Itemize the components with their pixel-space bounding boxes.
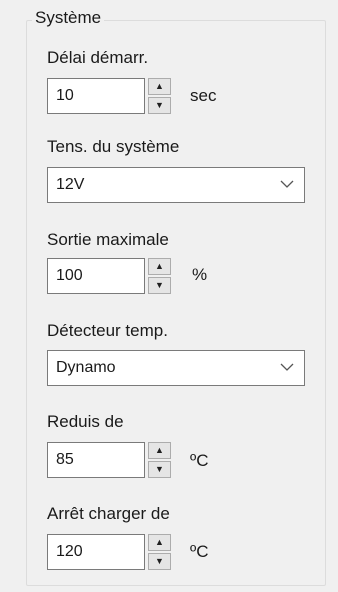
stop-charger-input[interactable] — [47, 534, 145, 570]
triangle-down-icon: ▼ — [155, 280, 164, 290]
reduce-from-input[interactable] — [47, 442, 145, 478]
chevron-down-icon — [280, 363, 294, 371]
startup-delay-decrement-button[interactable]: ▼ — [148, 97, 171, 114]
max-output-decrement-button[interactable]: ▼ — [148, 277, 171, 294]
group-title: Système — [32, 7, 105, 29]
max-output-label: Sortie maximale — [47, 230, 169, 249]
stop-charger-label: Arrêt charger de — [47, 504, 170, 523]
system-voltage-value: 12V — [56, 176, 85, 193]
temp-detector-value: Dynamo — [56, 359, 116, 376]
reduce-from-unit: ºC — [190, 451, 209, 470]
triangle-down-icon: ▼ — [155, 464, 164, 474]
max-output-spinner: ▲ ▼ — [148, 258, 171, 294]
chevron-down-icon — [280, 180, 294, 188]
triangle-up-icon: ▲ — [155, 445, 164, 455]
stop-charger-decrement-button[interactable]: ▼ — [148, 553, 171, 570]
stop-charger-spinner: ▲ ▼ — [148, 534, 171, 570]
triangle-down-icon: ▼ — [155, 556, 164, 566]
reduce-from-increment-button[interactable]: ▲ — [148, 442, 171, 459]
triangle-up-icon: ▲ — [155, 537, 164, 547]
system-voltage-dropdown[interactable]: 12V — [47, 167, 305, 203]
max-output-unit: % — [192, 265, 208, 284]
stop-charger-increment-button[interactable]: ▲ — [148, 534, 171, 551]
startup-delay-spinner: ▲ ▼ — [148, 78, 171, 114]
temp-detector-dropdown[interactable]: Dynamo — [47, 350, 305, 386]
startup-delay-increment-button[interactable]: ▲ — [148, 78, 171, 95]
temp-detector-label: Détecteur temp. — [47, 321, 168, 340]
stop-charger-unit: ºC — [190, 542, 209, 561]
startup-delay-input[interactable] — [47, 78, 145, 114]
triangle-up-icon: ▲ — [155, 81, 164, 91]
max-output-increment-button[interactable]: ▲ — [148, 258, 171, 275]
triangle-up-icon: ▲ — [155, 261, 164, 271]
reduce-from-label: Reduis de — [47, 412, 124, 431]
reduce-from-spinner: ▲ ▼ — [148, 442, 171, 478]
startup-delay-label: Délai démarr. — [47, 48, 149, 67]
settings-panel: Système Délai démarr. ▲ ▼ sec Tens. du s… — [0, 0, 338, 592]
triangle-down-icon: ▼ — [155, 100, 164, 110]
max-output-input[interactable] — [47, 258, 145, 294]
startup-delay-unit: sec — [190, 86, 217, 105]
reduce-from-decrement-button[interactable]: ▼ — [148, 461, 171, 478]
system-voltage-label: Tens. du système — [47, 137, 180, 156]
